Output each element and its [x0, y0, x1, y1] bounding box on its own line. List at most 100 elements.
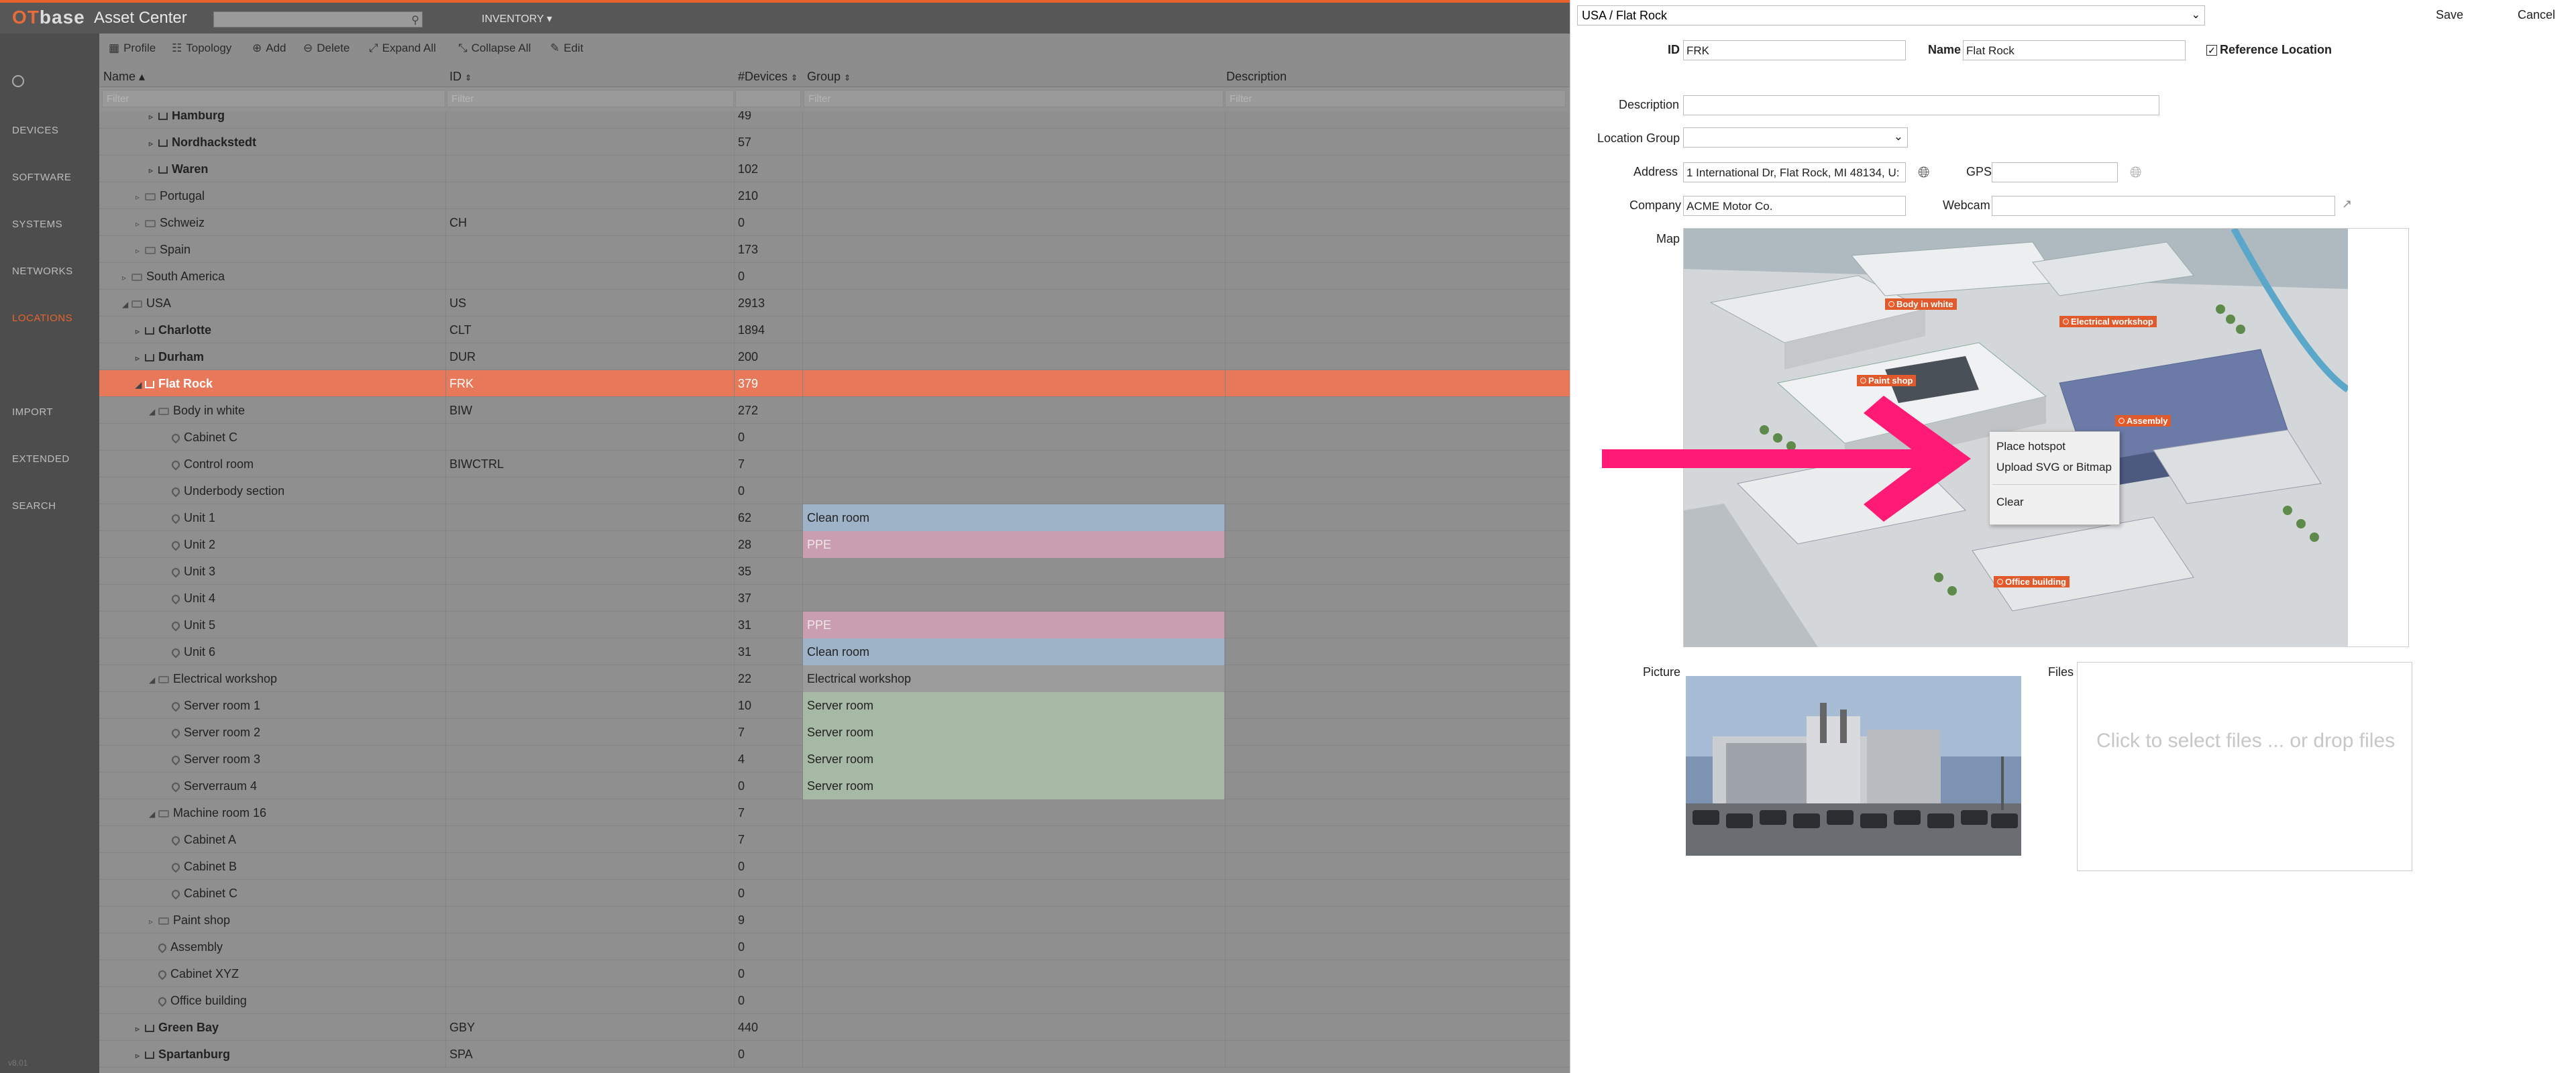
- app-logo[interactable]: OTbase: [12, 7, 85, 28]
- hotspot-body-in-white[interactable]: Body in white: [1885, 298, 1957, 310]
- location-path-select[interactable]: USA / Flat Rock ⌄: [1577, 5, 2205, 25]
- table-row[interactable]: Unit 6 31 Clean room: [99, 638, 1570, 665]
- hotspot-electrical-workshop[interactable]: Electrical workshop: [2059, 316, 2157, 327]
- collapsed-icon[interactable]: ▹: [149, 917, 157, 926]
- table-row[interactable]: Unit 2 28 PPE: [99, 531, 1570, 558]
- table-row[interactable]: ▹ Green Bay GBY 440: [99, 1014, 1570, 1041]
- filter-name-input[interactable]: Filter: [102, 90, 445, 107]
- collapsed-icon[interactable]: ▹: [122, 273, 130, 282]
- table-row[interactable]: Underbody section 0: [99, 477, 1570, 504]
- table-row[interactable]: Cabinet C 0: [99, 424, 1570, 451]
- expanded-icon[interactable]: ◢: [149, 407, 157, 416]
- collapsed-icon[interactable]: ▹: [149, 139, 157, 148]
- filter-id-input[interactable]: Filter: [447, 90, 734, 107]
- add-button[interactable]: ⊕ Add: [252, 42, 286, 55]
- nav-search[interactable]: SEARCH: [12, 500, 56, 512]
- nav-software[interactable]: SOFTWARE: [12, 172, 71, 183]
- filter-description-input[interactable]: Filter: [1225, 90, 1566, 107]
- files-dropzone[interactable]: Click to select files ... or drop files: [2077, 662, 2412, 871]
- location-picture[interactable]: [1686, 676, 2021, 856]
- column-header-description[interactable]: Description: [1226, 70, 1287, 84]
- collapsed-icon[interactable]: ▹: [136, 327, 144, 336]
- collapsed-icon[interactable]: ▹: [136, 1024, 144, 1033]
- table-row[interactable]: Cabinet B 0: [99, 853, 1570, 880]
- hotspot-assembly[interactable]: Assembly: [2115, 415, 2171, 427]
- nav-devices[interactable]: DEVICES: [12, 125, 58, 136]
- collapsed-icon[interactable]: ▹: [136, 192, 144, 202]
- column-header-id[interactable]: ID ⇕: [449, 70, 472, 84]
- upload-svg-bitmap-menu-item[interactable]: Upload SVG or Bitmap: [1996, 461, 2112, 474]
- table-row[interactable]: Unit 5 31 PPE: [99, 612, 1570, 638]
- table-row[interactable]: ▹ Spartanburg SPA 0: [99, 1041, 1570, 1068]
- nav-networks[interactable]: NETWORKS: [12, 266, 73, 277]
- table-row[interactable]: Cabinet XYZ 0: [99, 960, 1570, 987]
- profile-button[interactable]: ▦ Profile: [109, 42, 156, 55]
- table-row[interactable]: Cabinet C 0: [99, 880, 1570, 907]
- expanded-icon[interactable]: ◢: [149, 675, 157, 685]
- nav-systems[interactable]: SYSTEMS: [12, 219, 62, 230]
- table-row[interactable]: ◢ Machine room 16 7: [99, 799, 1570, 826]
- hotspot-paint-shop[interactable]: Paint shop: [1857, 375, 1917, 386]
- nav-locations[interactable]: LOCATIONS: [12, 313, 72, 324]
- webcam-field[interactable]: [1992, 196, 2335, 216]
- collapsed-icon[interactable]: ▹: [149, 112, 157, 121]
- table-row[interactable]: ◢ Flat Rock FRK 379: [99, 370, 1570, 397]
- description-field[interactable]: [1683, 95, 2159, 115]
- gps-globe-icon[interactable]: 🌐︎: [2130, 164, 2142, 181]
- address-field[interactable]: 1 International Dr, Flat Rock, MI 48134,…: [1683, 162, 1906, 182]
- reference-location-checkbox[interactable]: ✓: [2206, 45, 2217, 56]
- inventory-menu[interactable]: INVENTORY ▾: [482, 12, 552, 25]
- table-row[interactable]: ▹ Paint shop 9: [99, 907, 1570, 934]
- table-row[interactable]: ▹ Portugal 210: [99, 182, 1570, 209]
- expanded-icon[interactable]: ◢: [149, 809, 157, 819]
- column-header-name[interactable]: Name ▴: [103, 70, 145, 84]
- table-row[interactable]: Unit 3 35: [99, 558, 1570, 585]
- collapsed-icon[interactable]: ▹: [136, 353, 144, 363]
- dashboard-icon[interactable]: [12, 75, 24, 87]
- table-row[interactable]: ▹ Nordhackstedt 57: [99, 129, 1570, 156]
- table-row[interactable]: ▹ Spain 173: [99, 236, 1570, 263]
- table-row[interactable]: ▹ Waren 102: [99, 156, 1570, 182]
- table-row[interactable]: Office building 0: [99, 987, 1570, 1014]
- edit-button[interactable]: ✎ Edit: [550, 42, 584, 55]
- table-row[interactable]: Server room 1 10 Server room: [99, 692, 1570, 719]
- open-external-icon[interactable]: ↗: [2342, 197, 2352, 211]
- topology-button[interactable]: ☷ Topology: [172, 42, 231, 55]
- globe-icon[interactable]: 🌐︎: [1918, 164, 1930, 181]
- expand-all-button[interactable]: ⤢ Expand All: [369, 42, 436, 55]
- expanded-icon[interactable]: ◢: [122, 300, 130, 309]
- column-header-devices[interactable]: #Devices ⇕: [738, 70, 798, 84]
- collapse-all-button[interactable]: ⤡ Collapse All: [458, 42, 531, 55]
- table-row[interactable]: ▹ South America 0: [99, 263, 1570, 290]
- place-hotspot-menu-item[interactable]: Place hotspot: [1996, 440, 2065, 453]
- table-row[interactable]: Serverraum 4 0 Server room: [99, 773, 1570, 799]
- company-field[interactable]: ACME Motor Co.: [1683, 196, 1906, 216]
- nav-import[interactable]: IMPORT: [12, 406, 53, 418]
- table-row[interactable]: Assembly 0: [99, 934, 1570, 960]
- expanded-icon[interactable]: ◢: [136, 380, 144, 390]
- table-row[interactable]: Unit 1 62 Clean room: [99, 504, 1570, 531]
- cancel-button[interactable]: Cancel: [2518, 8, 2555, 22]
- table-row[interactable]: Server room 3 4 Server room: [99, 746, 1570, 773]
- table-row[interactable]: ◢ USA US 2913: [99, 290, 1570, 317]
- gps-field[interactable]: [1992, 162, 2118, 182]
- nav-extended[interactable]: EXTENDED: [12, 453, 70, 465]
- save-button[interactable]: Save: [2436, 8, 2463, 22]
- table-row[interactable]: Cabinet A 7: [99, 826, 1570, 853]
- table-row[interactable]: ▹ Schweiz CH 0: [99, 209, 1570, 236]
- name-field[interactable]: Flat Rock: [1963, 40, 2186, 60]
- column-header-group[interactable]: Group ⇕: [807, 70, 851, 84]
- table-row[interactable]: ◢ Electrical workshop 22 Electrical worksho…: [99, 665, 1570, 692]
- filter-group-input[interactable]: Filter: [804, 90, 1224, 107]
- id-field[interactable]: FRK: [1683, 40, 1906, 60]
- search-icon[interactable]: ⚲: [411, 13, 419, 27]
- clear-menu-item[interactable]: Clear: [1996, 496, 2024, 509]
- collapsed-icon[interactable]: ▹: [136, 219, 144, 229]
- table-row[interactable]: ◢ Body in white BIW 272: [99, 397, 1570, 424]
- table-row[interactable]: ▹ Charlotte CLT 1894: [99, 317, 1570, 343]
- table-row[interactable]: Server room 2 7 Server room: [99, 719, 1570, 746]
- delete-button[interactable]: ⊖ Delete: [303, 42, 350, 55]
- global-search-input[interactable]: ⚲: [213, 11, 423, 27]
- collapsed-icon[interactable]: ▹: [149, 166, 157, 175]
- table-row[interactable]: Unit 4 37: [99, 585, 1570, 612]
